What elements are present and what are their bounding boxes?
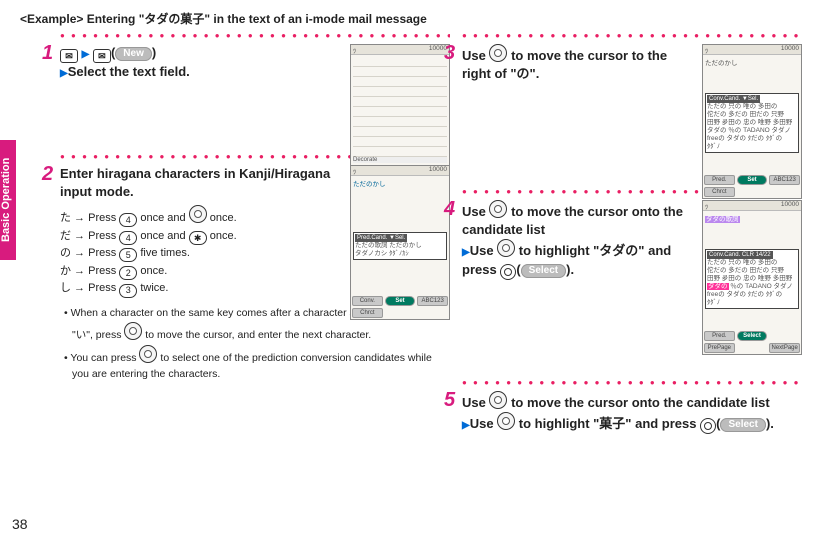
triangle-icon: ▶ xyxy=(60,68,68,79)
phone-mock-step3: ﾂ10000 ただのかし Conv.Cand. ▼Sel. ただの 只の 唯の … xyxy=(702,44,802,199)
select-button-label: Select xyxy=(521,264,566,278)
divider: ● ● ● ● ● ● ● ● ● ● ● ● ● ● ● ● ● ● ● ● … xyxy=(462,31,802,40)
key-3-icon: 3 xyxy=(119,284,137,298)
step-5: 5 Use to move the cursor onto the candid… xyxy=(462,391,802,434)
nav-right-icon xyxy=(189,205,207,223)
step-4: 4 Use to move the cursor onto the candid… xyxy=(462,200,802,280)
step-5-head: Use to move the cursor onto the candidat… xyxy=(462,391,802,434)
key-4-icon: 4 xyxy=(119,213,137,227)
example-heading-text: <Example> Entering "タダの菓子" in the text o… xyxy=(20,12,427,26)
nav-icon xyxy=(489,44,507,62)
step-2: 2 Enter hiragana characters in Kanji/Hir… xyxy=(60,165,450,383)
triangle-icon: ▶ xyxy=(462,247,470,258)
nav-icon xyxy=(489,391,507,409)
step-number: 4 xyxy=(444,198,455,221)
divider: ● ● ● ● ● ● ● ● ● ● ● ● ● ● ● ● ● ● ● ● … xyxy=(462,378,802,387)
new-button-label: New xyxy=(115,47,152,61)
center-key-icon xyxy=(500,264,516,280)
nav-down-icon xyxy=(139,345,157,363)
mail-icon: ✉ xyxy=(93,49,111,63)
nav-icon xyxy=(497,412,515,430)
key-2-icon: 2 xyxy=(119,266,137,280)
side-tab-basic-operation: Basic Operation xyxy=(0,140,16,260)
phone-mock-step4: ﾂ10000 タダの歌詞 Conv.Cand. CLR 14/22 ただの 只の… xyxy=(702,200,802,355)
step-number: 2 xyxy=(42,163,53,186)
step-1: 1 ✉ ▶ ✉(New) ▶Select the text field. ﾂ10… xyxy=(60,44,450,84)
step-number: 5 xyxy=(444,389,455,412)
triangle-icon: ▶ xyxy=(462,420,470,431)
key-4-icon: 4 xyxy=(119,231,137,245)
mail-icon: ✉ xyxy=(60,49,78,63)
key-star-icon: ✱ xyxy=(189,231,207,245)
nav-icon xyxy=(489,200,507,218)
key-5-icon: 5 xyxy=(119,248,137,262)
select-button-label: Select xyxy=(720,418,765,432)
divider: ● ● ● ● ● ● ● ● ● ● ● ● ● ● ● ● ● ● ● ● … xyxy=(60,31,450,40)
nav-icon xyxy=(497,239,515,257)
nav-right-icon xyxy=(124,322,142,340)
center-key-icon xyxy=(700,418,716,434)
step-1-text: Select the text field. xyxy=(68,64,190,79)
page-number: 38 xyxy=(12,516,28,532)
step-number: 3 xyxy=(444,42,455,65)
example-heading: <Example> Entering "タダの菓子" in the text o… xyxy=(20,10,807,27)
step-3: 3 Use to move the cursor to the right of… xyxy=(462,44,802,84)
triangle-icon: ▶ xyxy=(82,49,90,60)
phone-mock-step2: ﾂ10000 ただのかし Pred.Cand. ▼Sel. ただの歌詞 ただのか… xyxy=(350,165,450,320)
step-number: 1 xyxy=(42,42,53,65)
